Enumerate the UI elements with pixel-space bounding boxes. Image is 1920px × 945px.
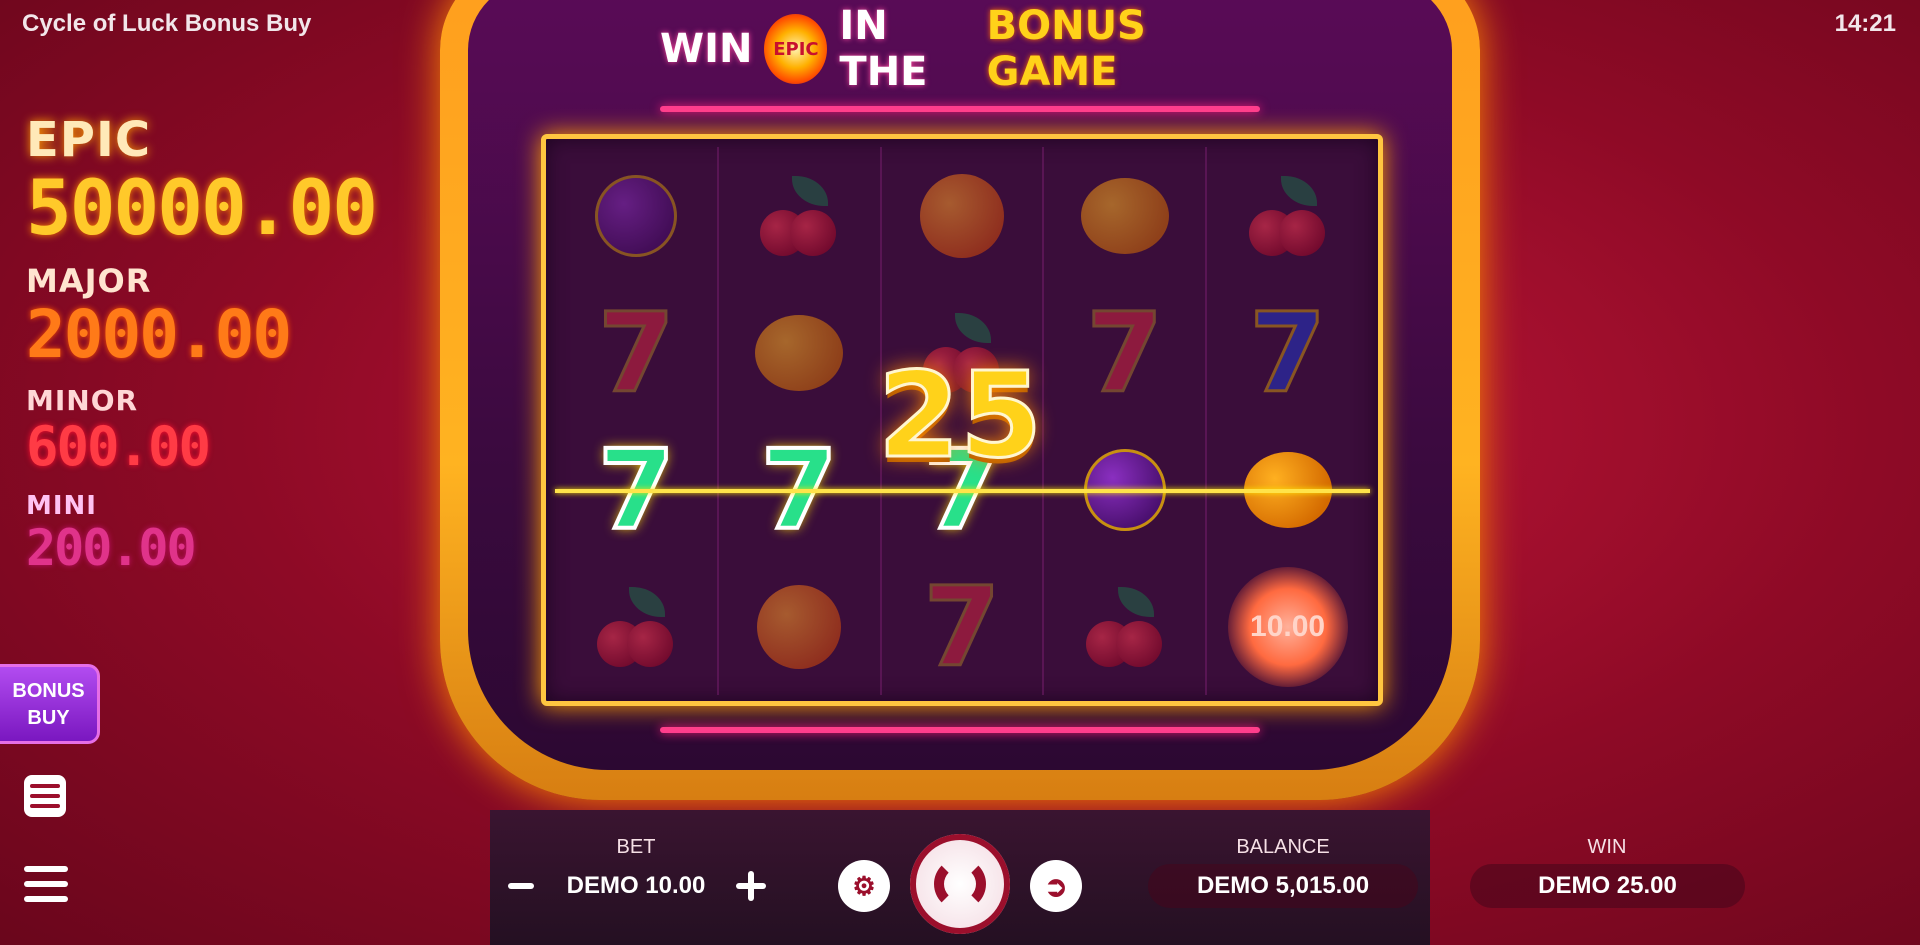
clock: 14:21: [1834, 10, 1896, 37]
cherry-icon: [1243, 175, 1333, 256]
autoplay-icon: ➲: [1044, 870, 1068, 902]
bet-label: BET: [616, 836, 656, 858]
jackpot-epic-value: 50000.00: [26, 163, 378, 252]
jackpot-major: MAJOR 2000.00: [26, 262, 386, 370]
jackpot-panel: EPIC 50000.00 MAJOR 2000.00 MINOR 600.00…: [26, 112, 386, 589]
headline-middle: IN THE: [839, 3, 928, 95]
reel-1-row-1: [556, 147, 717, 284]
cherry-icon: [754, 175, 844, 256]
top-neon-bar: [660, 106, 1260, 112]
spin-icon: [934, 858, 986, 910]
orange-icon: [757, 584, 842, 669]
reel-2: 7: [719, 147, 882, 695]
cherry-icon: [591, 586, 681, 667]
decrease-bet-button[interactable]: [508, 883, 534, 889]
lemon-icon: [755, 314, 844, 391]
bet-value: DEMO 10.00: [566, 872, 706, 899]
cherry-icon: [1080, 586, 1170, 667]
reel-1-row-4: [556, 558, 717, 695]
bottom-neon-bar: [660, 727, 1260, 733]
jackpot-major-value: 2000.00: [26, 296, 292, 373]
coins-gear-icon: ⚙: [852, 870, 876, 901]
bonus-buy-button[interactable]: BONUS BUY: [0, 664, 100, 744]
epic-badge-icon: EPIC: [764, 14, 828, 84]
bet-settings-button[interactable]: ⚙: [838, 860, 890, 912]
bonus-buy-label-1: BONUS: [12, 680, 85, 702]
jackpot-minor-value: 600.00: [26, 415, 211, 478]
reel-4-row-1: [1044, 147, 1205, 284]
menu-icon[interactable]: [24, 864, 68, 904]
reel-5-row-4: 10.00: [1207, 558, 1368, 695]
seven-red-icon: 7: [1085, 288, 1165, 417]
winning-payline: [555, 489, 1370, 493]
reel-4: 7: [1044, 147, 1208, 695]
balance-value: DEMO 5,015.00: [1148, 864, 1418, 908]
lemon-icon: [1080, 177, 1169, 254]
seven-red-icon: 7: [597, 288, 677, 417]
jackpot-mini-value: 200.00: [26, 519, 197, 577]
reel-2-row-4: [719, 558, 880, 695]
reel-5: 7 10.00: [1207, 147, 1368, 695]
reel-2-row-1: [719, 147, 880, 284]
reel-3-row-1: [882, 147, 1043, 284]
increase-bet-icon: [748, 871, 754, 901]
jackpot-major-label: MAJOR: [26, 262, 152, 300]
reel-1: 77: [556, 147, 719, 695]
plum-icon: [595, 174, 678, 257]
paytable-icon[interactable]: [24, 775, 66, 817]
jackpot-minor: MINOR 600.00: [26, 384, 386, 477]
bonus-buy-label-2: BUY: [27, 707, 70, 729]
jackpot-mini-label: MINI: [26, 491, 97, 521]
spin-button[interactable]: [910, 834, 1010, 934]
win-value: DEMO 25.00: [1470, 864, 1745, 908]
coin-icon: 10.00: [1227, 566, 1348, 687]
headline-win: WIN: [660, 26, 753, 72]
reel-5-row-1: [1207, 147, 1368, 284]
reel-4-row-2: 7: [1044, 284, 1205, 421]
headline-banner: WIN EPIC IN THE BONUS GAME: [660, 3, 1260, 95]
win-amount-display: 25: [876, 346, 1043, 484]
seven-blue-icon: 7: [1248, 288, 1328, 417]
reel-5-row-2: 7: [1207, 284, 1368, 421]
autoplay-button[interactable]: ➲: [1030, 860, 1082, 912]
reel-1-row-2: 7: [556, 284, 717, 421]
reel-4-row-4: [1044, 558, 1205, 695]
jackpot-epic: EPIC 50000.00: [26, 112, 386, 248]
reel-3-row-4: 7: [882, 558, 1043, 695]
jackpot-minor-label: MINOR: [26, 384, 139, 417]
jackpot-epic-label: EPIC: [26, 112, 152, 168]
win-label: WIN: [1587, 836, 1627, 858]
game-title: Cycle of Luck Bonus Buy: [22, 10, 312, 37]
orange-icon: [919, 173, 1004, 258]
jackpot-mini: MINI 200.00: [26, 491, 386, 575]
seven-red-icon: 7: [922, 562, 1002, 691]
reel-2-row-2: [719, 284, 880, 421]
headline-bonus: BONUS GAME: [986, 3, 1146, 95]
balance-label: BALANCE: [1236, 836, 1330, 858]
